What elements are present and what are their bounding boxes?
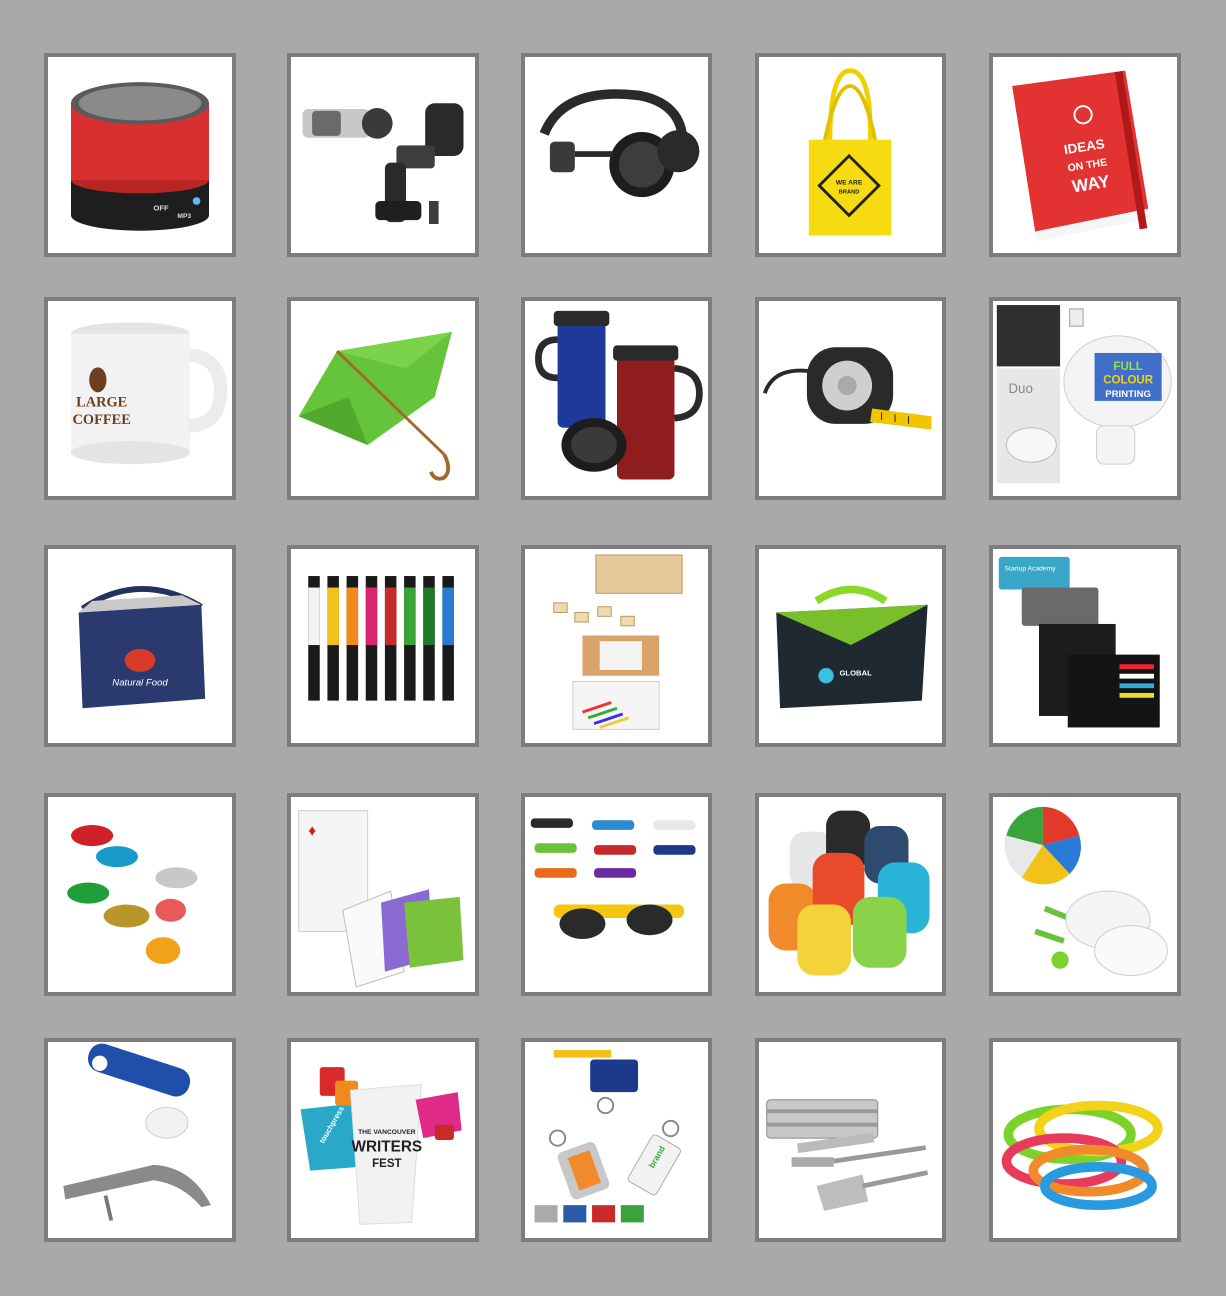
keychains-image: brand [534,1049,681,1223]
printed-cups-image: touchpress THE VANCOUVER WRITERS FEST [300,1067,462,1225]
product-tile-printed-cups[interactable]: touchpress THE VANCOUVER WRITERS FEST [287,1038,479,1242]
kids-games-set-image [553,554,683,730]
charger-print-line3: PRINTING [1105,389,1151,400]
travel-mugs-image [535,310,703,480]
wrapped-candies-image [67,825,198,964]
speaker-mp3-label: MP3 [177,213,191,220]
product-tile-keychains[interactable]: brand [521,1038,712,1242]
sunglasses-image [530,818,696,940]
product-tile-bottle-opener-corkscrew[interactable] [44,1038,236,1242]
laptop-bag-image: GLOBAL [776,585,928,709]
bottle-opener-corkscrew-image [63,1043,211,1221]
charger-duo-label: Duo [1008,381,1033,396]
cooler-bag-image: Natural Food [78,586,206,709]
playing-cards-image: ♦ [298,810,464,988]
product-tile-foldable-headphones[interactable] [521,53,712,257]
product-tile-card-wallet[interactable]: Startup Academy [989,545,1181,747]
cups-print-top: THE VANCOUVER [358,1129,416,1136]
product-tile-white-mug[interactable]: LARGE COFFEE [44,297,236,500]
bluetooth-speaker-image: OFF MP3 [71,82,209,231]
cooler-bag-print: Natural Food [112,677,168,688]
usb-car-charger-image: Duo FULL COLOUR PRINTING [996,305,1172,484]
yellow-tote-bag-image: WE ARE BRAND [808,68,892,236]
beach-ball-paddles-image [1004,806,1168,976]
product-tile-usb-car-charger[interactable]: Duo FULL COLOUR PRINTING [989,297,1181,500]
product-tile-bluetooth-speaker[interactable]: OFF MP3 [44,53,236,257]
wallet-card-header: Startup Academy [1005,565,1057,572]
product-tile-green-umbrella[interactable] [287,297,479,500]
cups-print-bot: FEST [372,1158,401,1170]
speaker-off-label: OFF [153,204,169,213]
ballpoint-pens-image [308,576,454,701]
svg-text:♦: ♦ [308,823,316,840]
product-tile-backpacks[interactable] [755,793,946,996]
bbq-set-image [766,1099,929,1211]
silicone-wristbands-image [1001,1100,1163,1210]
laptop-bag-print: GLOBAL [839,669,872,678]
green-umbrella-image [298,331,452,481]
charger-print-line1: FULL [1113,361,1142,373]
product-tile-wrapped-candies[interactable] [44,793,236,996]
product-tile-bbq-set[interactable] [755,1038,946,1242]
product-tile-sunglasses[interactable] [521,793,712,996]
tape-measure-image [762,347,932,430]
product-tile-silicone-wristbands[interactable] [989,1038,1181,1242]
product-tile-tape-measure[interactable] [755,297,946,500]
white-mug-image: LARGE COFFEE [71,322,228,465]
charger-print-line2: COLOUR [1103,375,1154,387]
product-tile-playing-cards[interactable]: ♦ [287,793,479,996]
product-tile-travel-mugs[interactable] [521,297,712,500]
product-tile-car-phone-holder[interactable] [287,53,479,257]
product-tile-ballpoint-pens[interactable] [287,545,479,747]
product-tile-cooler-bag[interactable]: Natural Food [44,545,236,747]
product-tile-beach-ball-paddles[interactable] [989,793,1181,996]
product-tile-red-notebook[interactable]: IDEAS ON THE WAY [989,53,1181,257]
cups-print-mid: WRITERS [351,1139,422,1156]
red-notebook-image: IDEAS ON THE WAY [1012,70,1151,242]
card-wallet-image: Startup Academy [998,556,1160,728]
mug-print-line2: COFFEE [73,412,131,428]
backpacks-image [768,810,930,976]
car-phone-holder-image [302,103,464,224]
tote-print-line2: BRAND [839,189,860,195]
tote-print-line1: WE ARE [836,180,863,187]
mug-print-line1: LARGE [76,395,127,411]
product-tile-kids-games-set[interactable] [521,545,712,747]
product-tile-laptop-bag[interactable]: GLOBAL [755,545,946,747]
foldable-headphones-image [539,89,700,198]
product-tile-yellow-tote-bag[interactable]: WE ARE BRAND [755,53,946,257]
